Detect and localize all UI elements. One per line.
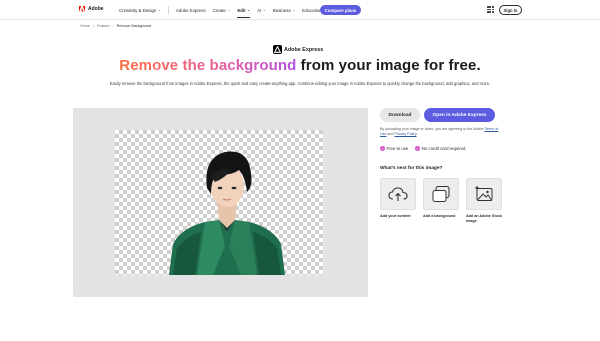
sign-in-button[interactable]: Sign In: [499, 5, 522, 15]
page-title: Remove the background from your image fo…: [0, 57, 600, 74]
tile-thumbnail: [380, 178, 416, 210]
chevron-down-icon: ⌄: [157, 8, 161, 12]
download-button[interactable]: Download: [380, 108, 420, 122]
nav-menu: Creativity & Design ⌄ Adobe Express Creat…: [119, 0, 333, 20]
subject-image: [169, 151, 285, 275]
open-in-adobe-express-button[interactable]: Open in Adobe Express: [424, 108, 495, 122]
perks-list: ✓ Free to use ✓ No credit card required: [380, 146, 465, 151]
check-icon: ✓: [380, 146, 385, 151]
breadcrumb-home[interactable]: Home: [80, 24, 90, 28]
perk-label: No credit card required: [421, 146, 466, 151]
chevron-down-icon: ⌄: [247, 8, 251, 12]
legal-suffix: .: [416, 132, 418, 136]
adobe-brand[interactable]: Adobe: [79, 6, 104, 12]
compare-plans-button[interactable]: Compare plans: [320, 5, 361, 15]
breadcrumb-separator: /: [92, 24, 94, 28]
image-preview-panel: [73, 108, 368, 297]
privacy-policy-link[interactable]: Privacy Policy: [394, 132, 416, 136]
tile-label: Add a background: [423, 214, 456, 218]
layers-icon: [432, 186, 450, 202]
cloud-upload-icon: [388, 187, 408, 201]
product-badge: Adobe Express: [273, 45, 323, 54]
tile-thumbnail: [423, 178, 459, 210]
breadcrumb: Home / Feature / Remove Background: [80, 24, 151, 28]
whats-next-heading: What's next for this image?: [380, 166, 443, 171]
nav-item-edit[interactable]: Edit ⌄: [237, 0, 250, 20]
breadcrumb-current: Remove Background: [116, 24, 152, 28]
tile-label: Add an Adobe Stock image: [466, 214, 502, 224]
chevron-down-icon: ⌄: [262, 8, 266, 12]
legal-prefix: By uploading your image or video, you ar…: [380, 127, 484, 131]
check-icon: ✓: [415, 146, 420, 151]
nav-item-adobe-express[interactable]: Adobe Express: [176, 0, 206, 20]
top-navigation: Adobe Creativity & Design ⌄ Adobe Express…: [0, 0, 600, 20]
adobe-brand-label: Adobe: [88, 6, 104, 12]
headline-highlight: Remove the background: [119, 57, 297, 74]
tile-add-stock-image[interactable]: Add an Adobe Stock image: [466, 178, 502, 224]
breadcrumb-feature[interactable]: Feature: [97, 24, 110, 28]
image-sparkle-icon: [474, 185, 493, 201]
legal-notice: By uploading your image or video, you ar…: [380, 127, 505, 137]
transparent-canvas: [115, 130, 323, 275]
page-subtitle: Easily remove the background from images…: [109, 81, 491, 86]
adobe-logo-icon: [79, 6, 85, 12]
product-name: Adobe Express: [284, 46, 324, 53]
nav-item-create[interactable]: Create ⌄: [213, 0, 231, 20]
breadcrumb-separator: /: [112, 24, 114, 28]
tile-add-content[interactable]: Add your content: [380, 178, 416, 224]
nav-item-label: Business: [272, 7, 291, 13]
nav-item-label: Edit: [237, 7, 246, 13]
nav-item-ai[interactable]: AI ⌄: [257, 0, 266, 20]
nav-item-creativity-design[interactable]: Creativity & Design ⌄: [119, 0, 161, 20]
tile-label: Add your content: [380, 214, 411, 218]
next-steps-tiles: Add your content Add a background Add an…: [380, 178, 502, 224]
nav-divider: [167, 6, 169, 14]
perk-free: ✓ Free to use: [380, 146, 408, 151]
nav-item-label: Education: [302, 7, 322, 13]
nav-item-label: AI: [257, 7, 262, 13]
app-switcher-icon[interactable]: [487, 6, 494, 13]
nav-item-label: Creativity & Design: [119, 7, 157, 13]
adobe-express-logo-icon: [273, 45, 282, 54]
tile-add-background[interactable]: Add a background: [423, 178, 459, 224]
nav-item-label: Adobe Express: [175, 7, 206, 13]
tile-thumbnail: [466, 178, 502, 210]
perk-no-card: ✓ No credit card required: [415, 146, 465, 151]
nav-item-label: Create: [212, 7, 226, 13]
chevron-down-icon: ⌄: [227, 8, 231, 12]
chevron-down-icon: ⌄: [292, 8, 296, 12]
nav-item-business[interactable]: Business ⌄: [273, 0, 295, 20]
perk-label: Free to use: [386, 146, 409, 151]
headline-rest: from your image for free.: [296, 57, 481, 74]
